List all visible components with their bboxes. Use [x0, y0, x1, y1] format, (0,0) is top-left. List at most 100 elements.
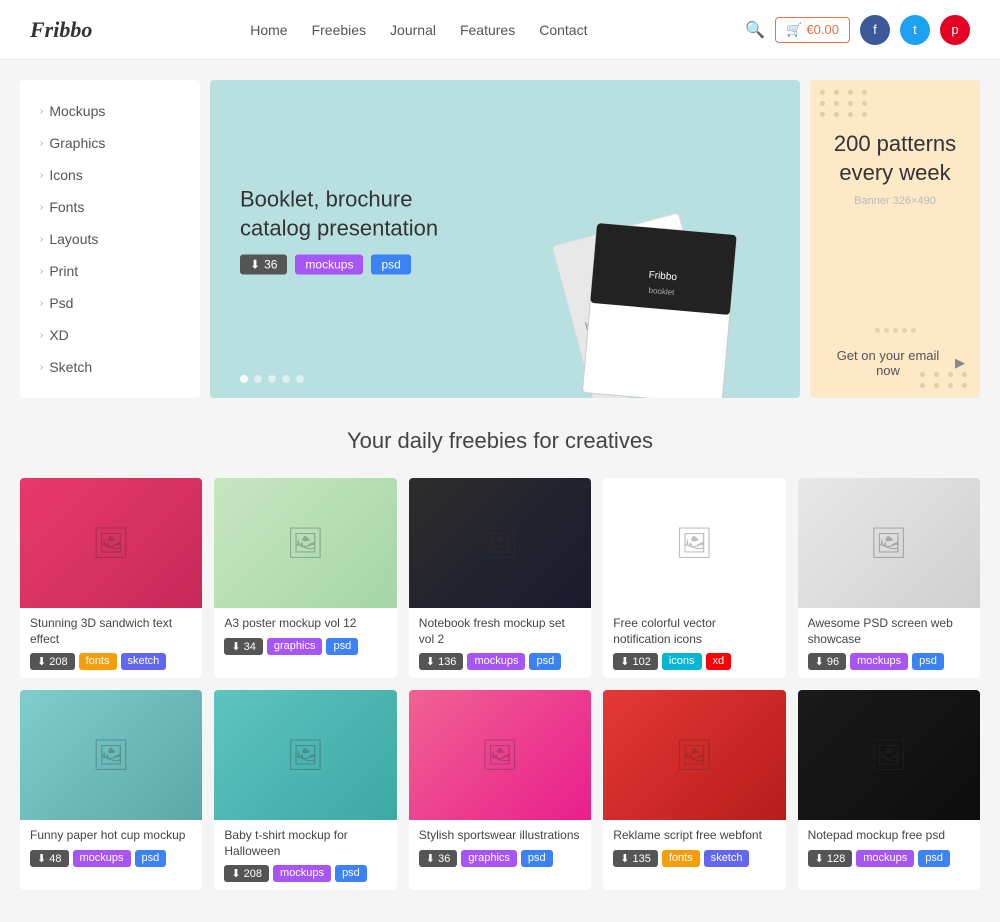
card-title: Notepad mockup free psd — [808, 828, 970, 844]
download-count-tag: ⬇ 34 — [224, 638, 263, 655]
sidebar-item-label: XD — [49, 327, 68, 343]
card-tags: ⬇ 135 fontssketch — [613, 850, 775, 867]
card-tag[interactable]: xd — [706, 653, 732, 670]
nav-contact[interactable]: Contact — [539, 22, 587, 38]
card-image: 🖼 — [409, 478, 591, 608]
card-tag[interactable]: mockups — [467, 653, 525, 670]
hero-image: booklet Fribbo booklet — [490, 178, 800, 398]
card-tag[interactable]: psd — [521, 850, 553, 867]
card-tag[interactable]: sketch — [704, 850, 750, 867]
card-tags: ⬇ 34 graphicspsd — [224, 638, 386, 655]
card-image: 🖼 — [409, 690, 591, 820]
card-tag[interactable]: psd — [529, 653, 561, 670]
hero-dot-2[interactable] — [254, 375, 262, 383]
card-tags: ⬇ 36 graphicspsd — [419, 850, 581, 867]
nav-freebies[interactable]: Freebies — [312, 22, 366, 38]
hero-download-tag[interactable]: ⬇ 36 — [240, 255, 287, 275]
card-info: Funny paper hot cup mockup ⬇ 48 mockupsp… — [20, 820, 202, 875]
card-item[interactable]: 🖼 Stylish sportswear illustrations ⬇ 36 … — [409, 690, 591, 890]
card-tag[interactable]: fonts — [79, 653, 117, 670]
card-title: Awesome PSD screen web showcase — [808, 616, 970, 647]
card-item[interactable]: 🖼 Reklame script free webfont ⬇ 135 font… — [603, 690, 785, 890]
hero-tag-psd[interactable]: psd — [371, 255, 410, 275]
card-item[interactable]: 🖼 A3 poster mockup vol 12 ⬇ 34 graphicsp… — [214, 478, 396, 678]
sidebar-item-psd[interactable]: › Psd — [20, 287, 200, 319]
card-item[interactable]: 🖼 Baby t-shirt mockup for Halloween ⬇ 20… — [214, 690, 396, 890]
card-item[interactable]: 🖼 Notepad mockup free psd ⬇ 128 mockupsp… — [798, 690, 980, 890]
card-info: Baby t-shirt mockup for Halloween ⬇ 208 … — [214, 820, 396, 890]
card-tag[interactable]: psd — [918, 850, 950, 867]
sidebar-item-label: Print — [49, 263, 78, 279]
cards-row-2: 🖼 Funny paper hot cup mockup ⬇ 48 mockup… — [20, 690, 980, 890]
card-tag[interactable]: mockups — [73, 850, 131, 867]
hero-dot-4[interactable] — [282, 375, 290, 383]
facebook-button[interactable]: f — [860, 15, 890, 45]
chevron-right-icon: › — [40, 202, 43, 213]
card-item[interactable]: 🖼 Funny paper hot cup mockup ⬇ 48 mockup… — [20, 690, 202, 890]
card-tag[interactable]: mockups — [850, 653, 908, 670]
cart-button[interactable]: 🛒 €0.00 — [775, 17, 850, 43]
hero-dot-5[interactable] — [296, 375, 304, 383]
sidebar-item-print[interactable]: › Print — [20, 255, 200, 287]
card-item[interactable]: 🖼 Notebook fresh mockup set vol 2 ⬇ 136 … — [409, 478, 591, 678]
hero-title: Booklet, brochure catalog presentation — [240, 185, 438, 242]
header: Fribbo Home Freebies Journal Features Co… — [0, 0, 1000, 60]
card-tag[interactable]: graphics — [461, 850, 517, 867]
sidebar-item-sketch[interactable]: › Sketch — [20, 351, 200, 383]
sidebar-item-icons[interactable]: › Icons — [20, 159, 200, 191]
card-tag[interactable]: psd — [326, 638, 358, 655]
card-title: Funny paper hot cup mockup — [30, 828, 192, 844]
download-count-tag: ⬇ 208 — [224, 865, 269, 882]
hero-dot-1[interactable] — [240, 375, 248, 383]
card-tag[interactable]: psd — [912, 653, 944, 670]
search-button[interactable]: 🔍 — [745, 20, 765, 40]
card-item[interactable]: 🖼 Free colorful vector notification icon… — [603, 478, 785, 678]
sidebar-item-xd[interactable]: › XD — [20, 319, 200, 351]
sidebar-item-layouts[interactable]: › Layouts — [20, 223, 200, 255]
download-count-tag: ⬇ 135 — [613, 850, 658, 867]
card-tag[interactable]: mockups — [273, 865, 331, 882]
pinterest-button[interactable]: p — [940, 15, 970, 45]
sidebar-item-label: Sketch — [49, 359, 92, 375]
sidebar-item-mockups[interactable]: › Mockups — [20, 95, 200, 127]
card-item[interactable]: 🖼 Awesome PSD screen web showcase ⬇ 96 m… — [798, 478, 980, 678]
hero-tag-mockups[interactable]: mockups — [295, 255, 363, 275]
card-item[interactable]: 🖼 Stunning 3D sandwich text effect ⬇ 208… — [20, 478, 202, 678]
hero-dots — [240, 375, 304, 383]
download-count-tag: ⬇ 136 — [419, 653, 464, 670]
card-tags: ⬇ 96 mockupspsd — [808, 653, 970, 670]
card-tag[interactable]: sketch — [121, 653, 167, 670]
card-title: Stunning 3D sandwich text effect — [30, 616, 192, 647]
chevron-right-icon: › — [40, 362, 43, 373]
card-tag[interactable]: graphics — [267, 638, 323, 655]
ad-title: 200 patterns every week — [825, 130, 965, 187]
section-title: Your daily freebies for creatives — [20, 428, 980, 454]
sidebar-item-fonts[interactable]: › Fonts — [20, 191, 200, 223]
sidebar-item-label: Layouts — [49, 231, 98, 247]
sidebar-item-label: Icons — [49, 167, 82, 183]
nav-home[interactable]: Home — [250, 22, 287, 38]
card-tag[interactable]: icons — [662, 653, 702, 670]
card-title: Notebook fresh mockup set vol 2 — [419, 616, 581, 647]
card-title: Baby t-shirt mockup for Halloween — [224, 828, 386, 859]
card-tag[interactable]: fonts — [662, 850, 700, 867]
card-tags: ⬇ 102 iconsxd — [613, 653, 775, 670]
card-tags: ⬇ 208 fontssketch — [30, 653, 192, 670]
sidebar-item-graphics[interactable]: › Graphics — [20, 127, 200, 159]
card-image: 🖼 — [214, 690, 396, 820]
logo[interactable]: Fribbo — [30, 17, 92, 43]
card-tag[interactable]: mockups — [856, 850, 914, 867]
nav-journal[interactable]: Journal — [390, 22, 436, 38]
nav-features[interactable]: Features — [460, 22, 515, 38]
card-tag[interactable]: psd — [135, 850, 167, 867]
card-image: 🖼 — [214, 478, 396, 608]
download-icon: ⬇ — [250, 258, 260, 272]
card-info: Awesome PSD screen web showcase ⬇ 96 moc… — [798, 608, 980, 678]
sidebar-item-label: Psd — [49, 295, 73, 311]
cards-row-1: 🖼 Stunning 3D sandwich text effect ⬇ 208… — [20, 478, 980, 678]
twitter-button[interactable]: t — [900, 15, 930, 45]
card-tag[interactable]: psd — [335, 865, 367, 882]
card-info: Reklame script free webfont ⬇ 135 fontss… — [603, 820, 785, 875]
hero-dot-3[interactable] — [268, 375, 276, 383]
card-title: Reklame script free webfont — [613, 828, 775, 844]
